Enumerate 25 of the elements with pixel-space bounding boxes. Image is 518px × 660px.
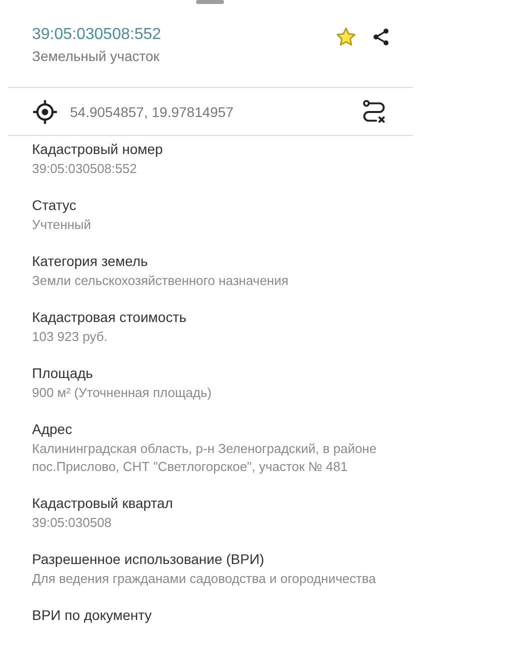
field-value: 103 923 руб. (32, 328, 108, 346)
field-value: Для ведения гражданами садоводства и огородничества (32, 570, 377, 588)
field-value: 39:05:030508 (32, 514, 113, 532)
coordinates: 54.9054857, 19.97814957 (70, 104, 234, 120)
field-label: Разрешенное использование (ВРИ) (32, 550, 266, 569)
route-clear-icon[interactable] (361, 98, 387, 124)
star-icon[interactable] (335, 26, 357, 48)
field-label: Категория земель (32, 252, 149, 271)
object-type: Земельный участок (32, 47, 160, 66)
cadastral-number-title: 39:05:030508:552 (32, 25, 162, 45)
field-label: ВРИ по документу (32, 606, 153, 625)
field-value: 39:05:030508:552 (32, 160, 138, 178)
field-label: Статус (32, 196, 78, 215)
field-label: Адрес (32, 420, 74, 439)
drag-handle[interactable] (196, 0, 224, 4)
field-label: Кадастровый номер (32, 140, 164, 159)
field-label: Кадастровый квартал (32, 494, 174, 513)
field-label: Площадь (32, 364, 94, 383)
field-label: Кадастровая стоимость (32, 308, 188, 327)
field-value: Учтенный (32, 216, 92, 234)
field-value: 900 м² (Уточненная площадь) (32, 384, 213, 402)
target-icon[interactable] (32, 98, 58, 124)
field-value: Калининградская область, р-н Зеленоградский, в районе пос.Прислово, СНТ "Светлогорское", участок № 481 (32, 440, 378, 476)
share-icon[interactable] (371, 27, 391, 47)
field-value: Земли сельскохозяйственного назначения (32, 272, 290, 290)
